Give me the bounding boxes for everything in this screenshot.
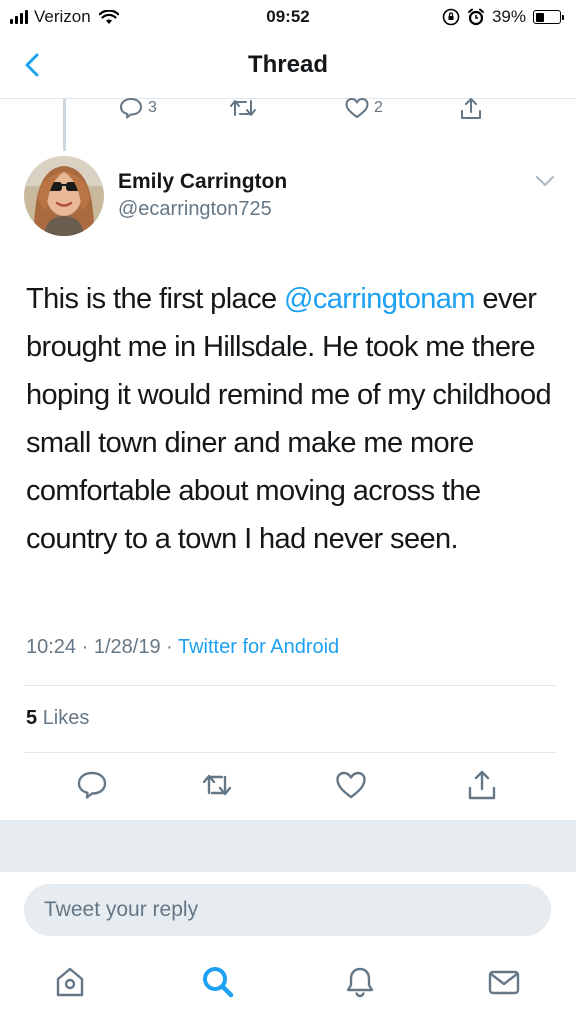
mention-link[interactable]: @carringtonam <box>284 283 475 315</box>
search-icon[interactable] <box>200 964 236 1000</box>
previous-like-count: 2 <box>374 99 383 116</box>
avatar[interactable] <box>24 156 104 236</box>
divider <box>24 752 556 753</box>
previous-reply-button[interactable]: 3 <box>118 96 157 120</box>
bell-icon[interactable] <box>342 964 378 1000</box>
heart-icon <box>345 98 369 118</box>
chevron-down-icon[interactable] <box>534 173 556 189</box>
heart-icon[interactable] <box>334 768 368 802</box>
share-icon[interactable] <box>465 768 499 802</box>
tweet-time: 10:24 <box>26 636 77 658</box>
page-title: Thread <box>247 51 328 78</box>
battery-icon <box>533 10 564 24</box>
previous-reply-count: 3 <box>148 99 157 116</box>
separator-band <box>0 820 576 872</box>
home-icon[interactable] <box>52 964 88 1000</box>
meta-separator: · <box>166 636 178 658</box>
likes-label: Likes <box>42 707 90 729</box>
reply-input[interactable]: Tweet your reply <box>24 884 551 936</box>
share-icon <box>461 98 481 119</box>
tweet-text-start: This is the first place <box>26 283 284 315</box>
previous-tweet-actions: 3 2 <box>0 96 576 126</box>
profile-photo <box>24 156 104 236</box>
status-bar: Verizon 09:52 39% <box>0 0 576 36</box>
tab-bar <box>0 952 576 1024</box>
navigation-bar: Thread <box>0 36 576 96</box>
status-right: 39% <box>442 7 564 27</box>
reply-icon <box>120 98 142 119</box>
divider <box>24 685 556 686</box>
tweet-date: 1/28/19 <box>93 636 161 658</box>
likes-count-link[interactable]: 5 Likes <box>26 707 89 730</box>
battery-percent: 39% <box>491 7 526 26</box>
retweet-icon[interactable] <box>200 768 234 802</box>
tweet-actions <box>0 768 576 808</box>
tweet-source-link[interactable]: Twitter for Android <box>178 636 339 658</box>
rotation-lock-icon <box>442 8 460 26</box>
previous-share-button[interactable] <box>458 96 484 122</box>
previous-like-button[interactable]: 2 <box>344 96 383 120</box>
author-name[interactable]: Emily Carrington <box>118 170 287 194</box>
likes-number: 5 <box>26 707 38 729</box>
mail-icon[interactable] <box>486 964 522 1000</box>
reply-icon[interactable] <box>75 768 109 802</box>
tweet-text: This is the first place @carringtonam ev… <box>26 275 562 563</box>
meta-separator: · <box>81 636 94 658</box>
retweet-icon <box>230 100 256 116</box>
tweet-text-end: ever brought me in Hillsdale. He took me… <box>26 283 552 555</box>
tweet-meta: 10:24 · 1/28/19 · Twitter for Android <box>26 636 339 659</box>
previous-retweet-button[interactable] <box>228 96 258 120</box>
author-handle[interactable]: @ecarrington725 <box>118 198 272 221</box>
alarm-icon <box>467 8 484 26</box>
